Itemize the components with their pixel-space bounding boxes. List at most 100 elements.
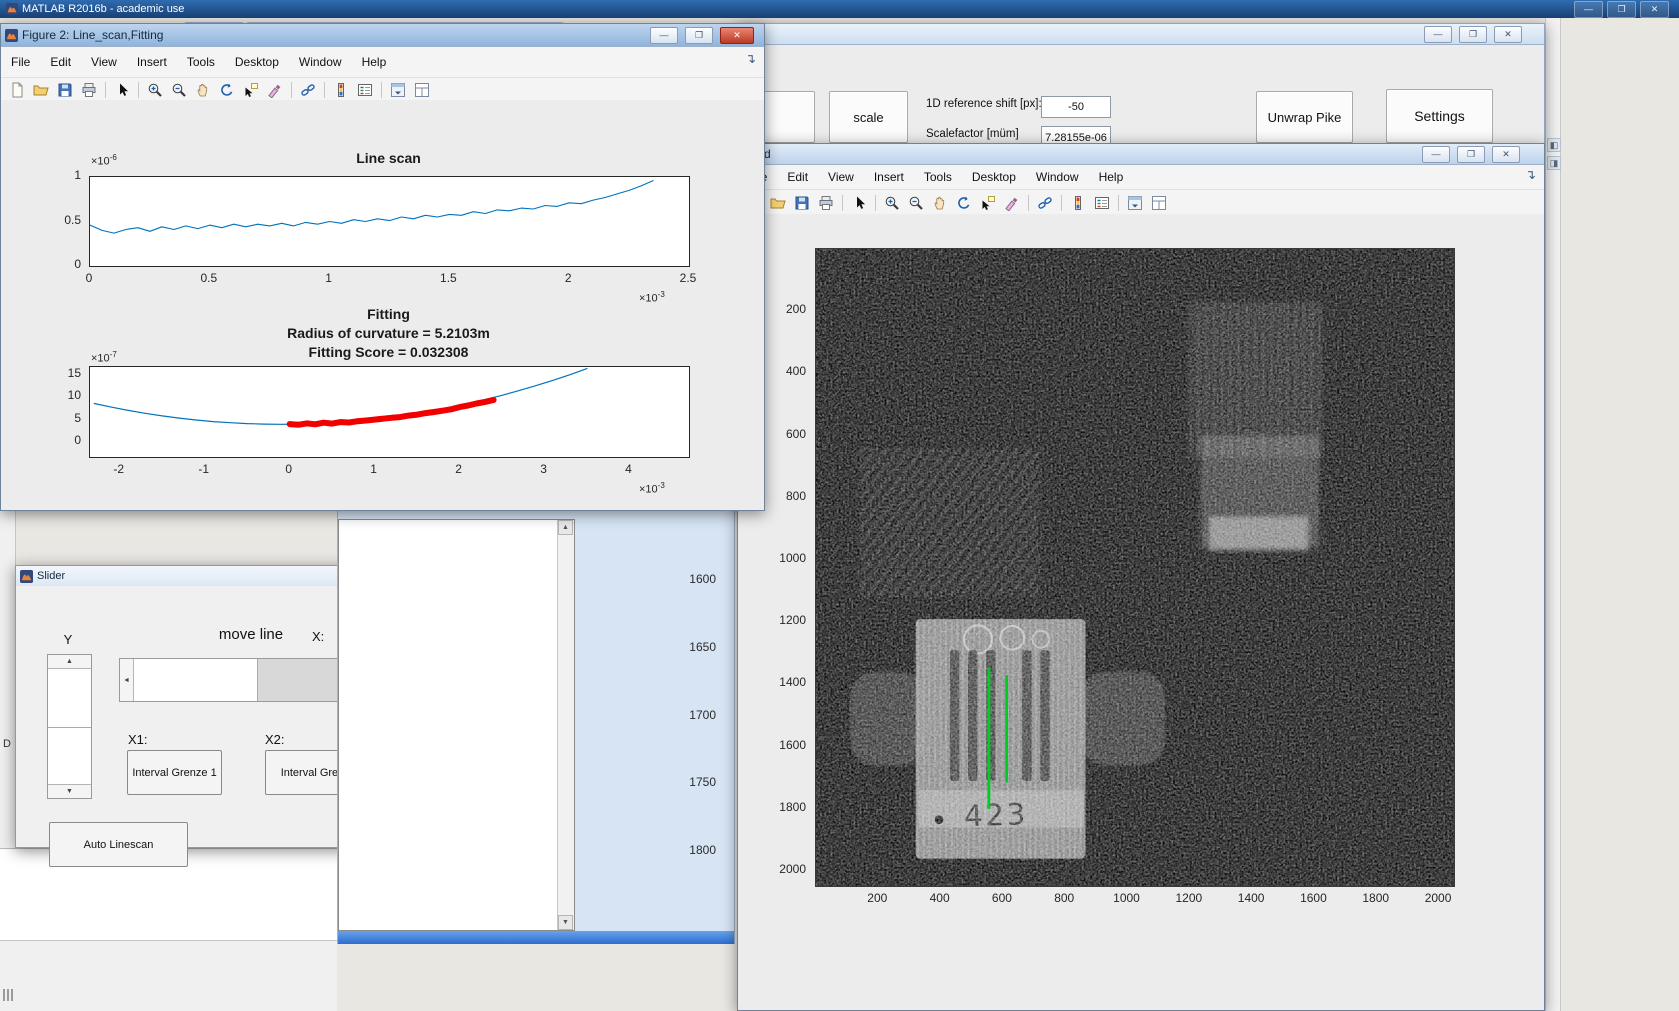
controls-maximize-button[interactable]: ❐ xyxy=(1459,26,1487,43)
colorbar-icon[interactable] xyxy=(330,79,352,101)
hologram-image[interactable]: 423 xyxy=(816,249,1454,886)
menu-help[interactable]: Help xyxy=(1089,162,1134,192)
cursor-icon[interactable] xyxy=(848,192,870,214)
scale-button[interactable]: scale xyxy=(829,91,908,143)
main-minimize-button[interactable]: — xyxy=(1574,1,1603,18)
cursor-icon[interactable] xyxy=(111,79,133,101)
controls-close-button[interactable]: ✕ xyxy=(1494,26,1522,43)
zoom-in-icon[interactable] xyxy=(144,79,166,101)
open-icon[interactable] xyxy=(767,192,789,214)
menu-view[interactable]: View xyxy=(81,47,127,77)
listbox[interactable]: ▲ ▼ xyxy=(338,519,575,931)
dock-icon[interactable] xyxy=(387,79,409,101)
rotate-icon[interactable] xyxy=(216,79,238,101)
new-icon[interactable] xyxy=(6,79,28,101)
figure2-title: Figure 2: Line_scan,Fitting xyxy=(22,28,164,42)
menu-window[interactable]: Window xyxy=(289,47,352,77)
auto-linescan-button[interactable]: Auto Linescan xyxy=(49,822,188,867)
menu-window[interactable]: Window xyxy=(1026,162,1089,192)
legend-icon[interactable] xyxy=(1091,192,1113,214)
x-tick-label: 1 xyxy=(325,271,332,285)
y-tick-label: 200 xyxy=(785,302,806,317)
datatip-icon[interactable] xyxy=(240,79,262,101)
image-figure-minimize-button[interactable]: — xyxy=(1422,146,1450,163)
matlab-logo-icon xyxy=(6,3,18,15)
layout-icon[interactable] xyxy=(1148,192,1170,214)
fitting-chart[interactable] xyxy=(89,366,690,458)
toolbar-separator xyxy=(138,82,139,98)
line-scan-chart[interactable] xyxy=(89,176,690,267)
y-tick-label: 1600 xyxy=(779,737,806,752)
y-slider-track[interactable] xyxy=(48,728,91,785)
x-slider-thumb[interactable] xyxy=(257,659,338,701)
y-slider-down-arrow[interactable]: ▼ xyxy=(48,784,91,798)
rotate-icon[interactable] xyxy=(953,192,975,214)
save-icon[interactable] xyxy=(791,192,813,214)
scroll-down-button[interactable]: ▼ xyxy=(558,915,573,930)
link-icon[interactable] xyxy=(297,79,319,101)
main-maximize-button[interactable]: ❐ xyxy=(1607,1,1636,18)
menu-edit[interactable]: Edit xyxy=(40,47,81,77)
zoom-out-icon[interactable] xyxy=(168,79,190,101)
hand-icon[interactable] xyxy=(192,79,214,101)
dock-figure-arrow-icon[interactable]: ↴ xyxy=(1525,167,1536,183)
save-icon[interactable] xyxy=(54,79,76,101)
menu-insert[interactable]: Insert xyxy=(864,162,914,192)
menu-insert[interactable]: Insert xyxy=(127,47,177,77)
menu-tools[interactable]: Tools xyxy=(914,162,962,192)
y-slider-thumb[interactable] xyxy=(48,669,91,728)
figure2-maximize-button[interactable]: ❐ xyxy=(685,27,713,44)
figure2-titlebar[interactable]: Figure 2: Line_scan,Fitting — ❐ ✕ xyxy=(1,24,764,47)
brush-icon[interactable] xyxy=(1001,192,1023,214)
main-close-button[interactable]: ✕ xyxy=(1640,1,1669,18)
x-slider-left-arrow[interactable]: ◄ xyxy=(120,659,134,701)
figure2-minimize-button[interactable]: — xyxy=(650,27,678,44)
dock-figure-arrow-icon[interactable]: ↴ xyxy=(745,51,756,67)
menu-desktop[interactable]: Desktop xyxy=(225,47,289,77)
zoom-in-icon[interactable] xyxy=(881,192,903,214)
menu-view[interactable]: View xyxy=(818,162,864,192)
x-tick-label: 0 xyxy=(85,271,93,285)
datatip-icon[interactable] xyxy=(977,192,999,214)
resize-grip[interactable] xyxy=(3,989,13,1001)
colorbar-icon[interactable] xyxy=(1067,192,1089,214)
layout-icon[interactable] xyxy=(411,79,433,101)
x-tick-label: -2 xyxy=(113,462,125,476)
menu-edit[interactable]: Edit xyxy=(777,162,818,192)
ref-shift-input[interactable]: -50 xyxy=(1041,96,1111,118)
dock-icon[interactable] xyxy=(1124,192,1146,214)
interval-grenze-1-button[interactable]: Interval Grenze 1 xyxy=(127,750,222,795)
print-icon[interactable] xyxy=(78,79,100,101)
legend-icon[interactable] xyxy=(354,79,376,101)
x-tick-label: 1000 xyxy=(1113,891,1140,905)
y-tick-label: 1400 xyxy=(779,675,806,690)
menu-help[interactable]: Help xyxy=(352,47,397,77)
menu-tools[interactable]: Tools xyxy=(177,47,225,77)
zoom-out-icon[interactable] xyxy=(905,192,927,214)
menu-file[interactable]: File xyxy=(1,47,40,77)
y-slider[interactable]: ▲ ▼ xyxy=(47,654,92,799)
print-icon[interactable] xyxy=(815,192,837,214)
image-figure-close-button[interactable]: ✕ xyxy=(1492,146,1520,163)
image-figure-maximize-button[interactable]: ❐ xyxy=(1457,146,1485,163)
settings-button[interactable]: Settings xyxy=(1386,89,1493,143)
scroll-up-button[interactable]: ▲ xyxy=(558,520,573,535)
unwrap-pike-button[interactable]: Unwrap Pike xyxy=(1256,91,1353,143)
sidebar-dock-icon-top[interactable]: ◧ xyxy=(1547,138,1561,152)
link-icon[interactable] xyxy=(1034,192,1056,214)
open-icon[interactable] xyxy=(30,79,52,101)
sidebar-dock-icon-bottom[interactable]: ◨ xyxy=(1547,156,1561,170)
y-tick-label: 800 xyxy=(785,488,806,503)
controls-minimize-button[interactable]: — xyxy=(1424,26,1452,43)
x-tick-label: 1400 xyxy=(1237,891,1265,905)
y-slider-up-arrow[interactable]: ▲ xyxy=(48,655,91,669)
brush-icon[interactable] xyxy=(264,79,286,101)
listbox-scrollbar[interactable]: ▲ ▼ xyxy=(557,520,574,930)
figure2-close-button[interactable]: ✕ xyxy=(720,27,754,44)
fitting-y-exponent: ×10-7 xyxy=(91,350,117,365)
hand-icon[interactable] xyxy=(929,192,951,214)
controls-titlebar[interactable]: — ❐ ✕ xyxy=(738,24,1544,45)
y-tick-label: 5 xyxy=(74,410,81,425)
menu-desktop[interactable]: Desktop xyxy=(962,162,1026,192)
x-slider[interactable]: ◄ xyxy=(119,658,369,702)
